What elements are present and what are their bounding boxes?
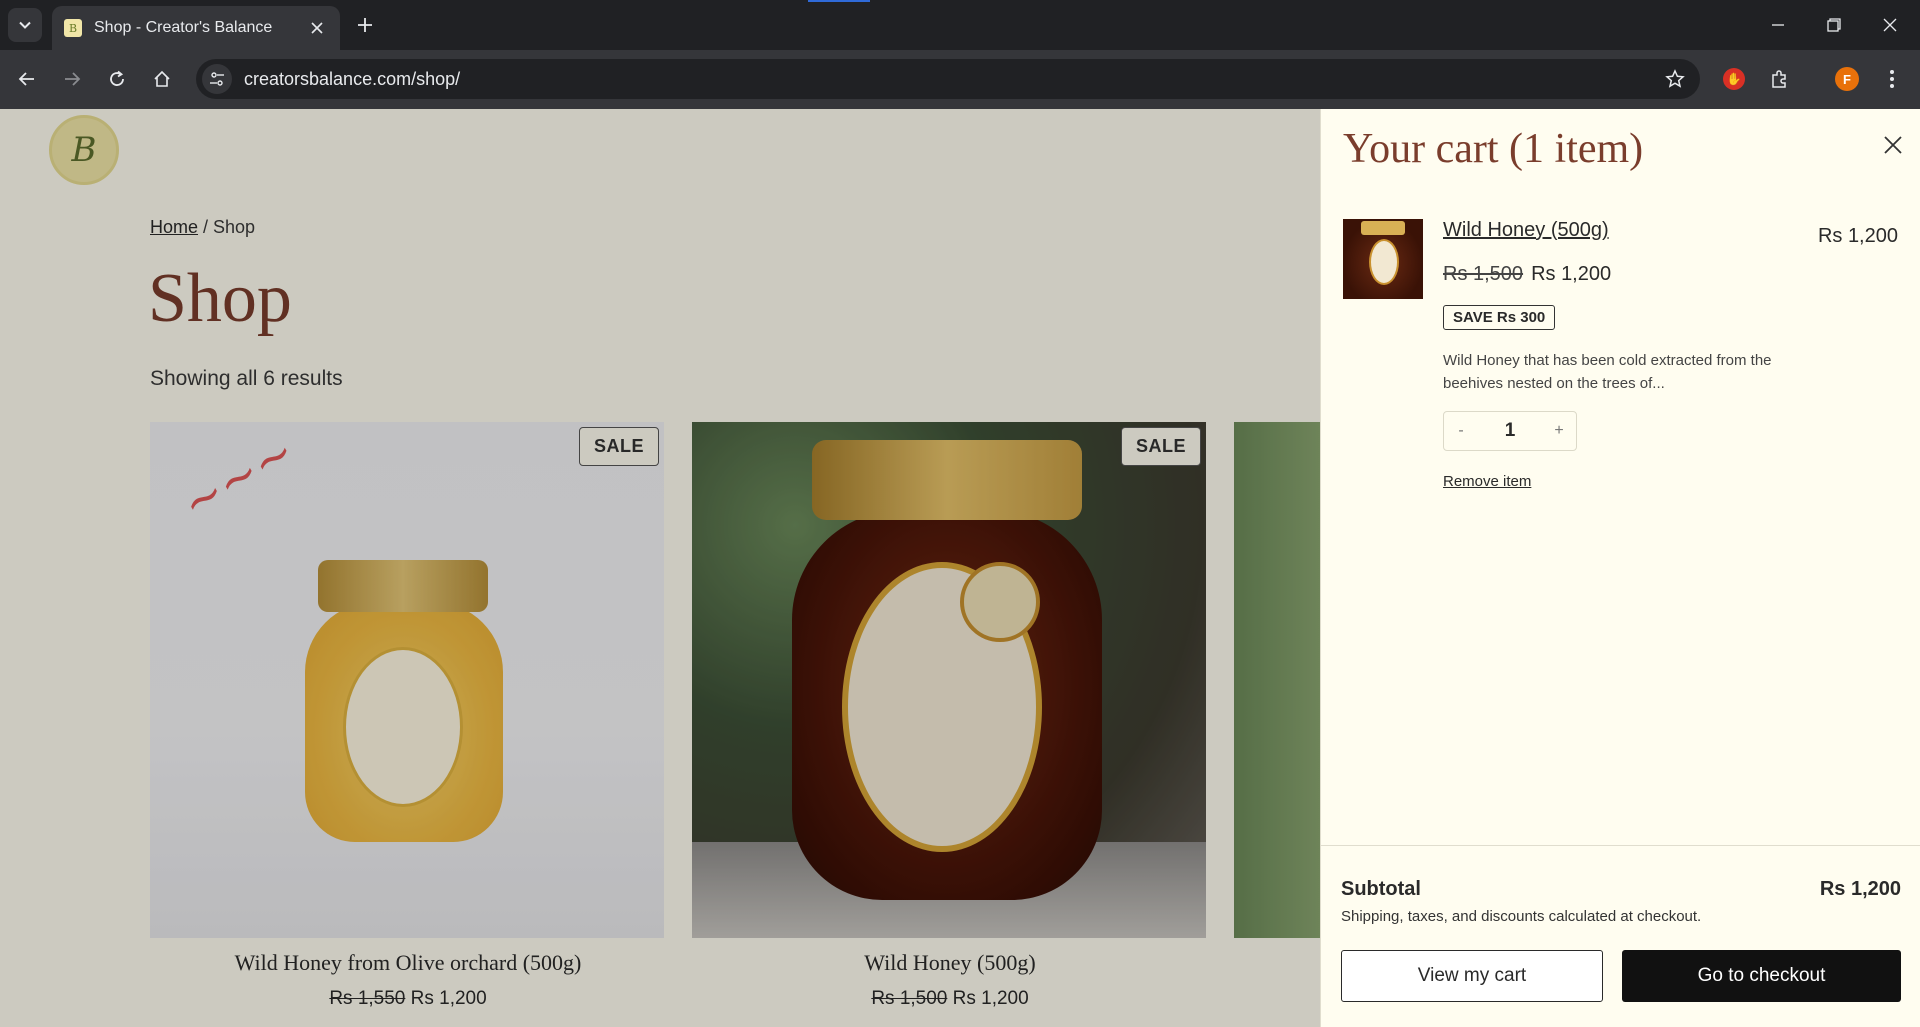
- url-text[interactable]: creatorsbalance.com/shop/: [244, 69, 1658, 90]
- browser-tab[interactable]: B Shop - Creator's Balance: [52, 6, 340, 50]
- minimize-icon: [1772, 24, 1784, 26]
- cart-item-thumbnail[interactable]: [1343, 219, 1423, 299]
- bookmark-button[interactable]: [1658, 62, 1692, 96]
- profile-button[interactable]: F: [1830, 62, 1864, 96]
- cart-item-prices: Rs 1,500 Rs 1,200: [1443, 263, 1611, 286]
- forward-button[interactable]: [55, 62, 89, 96]
- puzzle-icon: [1772, 70, 1786, 88]
- remove-item-link[interactable]: Remove item: [1443, 473, 1531, 490]
- browser-toolbar: creatorsbalance.com/shop/ ✋ F: [0, 50, 1920, 109]
- avatar: F: [1835, 67, 1859, 91]
- view-cart-button[interactable]: View my cart: [1341, 950, 1603, 1002]
- jar-label-graphic: [1369, 239, 1399, 285]
- shop-page-content: B Home / Shop Shop Showing all 6 results…: [0, 109, 1320, 1027]
- back-button[interactable]: [10, 62, 44, 96]
- quantity-decrease-button[interactable]: -: [1444, 412, 1478, 450]
- home-icon: [154, 70, 170, 87]
- cart-footer: Subtotal Rs 1,200 Shipping, taxes, and d…: [1321, 845, 1920, 1027]
- browser-tab-bar: B Shop - Creator's Balance: [0, 0, 1920, 50]
- hand-stop-icon: ✋: [1723, 68, 1745, 90]
- restore-button[interactable]: [1814, 8, 1854, 42]
- checkout-button[interactable]: Go to checkout: [1622, 950, 1901, 1002]
- tab-search-button[interactable]: [8, 8, 42, 42]
- subtotal-note: Shipping, taxes, and discounts calculate…: [1341, 908, 1702, 925]
- chevron-down-icon: [19, 21, 31, 29]
- close-icon: [311, 22, 323, 34]
- address-bar[interactable]: creatorsbalance.com/shop/: [196, 59, 1700, 99]
- cart-item-line-total: Rs 1,200: [1817, 225, 1898, 247]
- current-price: Rs 1,200: [1531, 263, 1612, 285]
- reload-button[interactable]: [100, 62, 134, 96]
- site-favicon-icon: B: [64, 19, 82, 37]
- reload-icon: [110, 70, 124, 86]
- tab-title: Shop - Creator's Balance: [94, 19, 273, 36]
- tab-close-button[interactable]: [306, 17, 328, 39]
- star-icon: [1665, 69, 1685, 88]
- loading-indicator: [808, 0, 870, 2]
- close-icon: [1884, 136, 1902, 154]
- web-page: B Home / Shop Shop Showing all 6 results…: [0, 109, 1920, 1027]
- quantity-increase-button[interactable]: +: [1542, 412, 1576, 450]
- jar-lid-graphic: [1361, 221, 1405, 235]
- more-vertical-icon: [1890, 70, 1894, 88]
- save-badge: SAVE Rs 300: [1443, 305, 1556, 330]
- quantity-input[interactable]: 1: [1478, 420, 1542, 442]
- quantity-stepper: - 1 +: [1443, 411, 1577, 451]
- drawer-backdrop[interactable]: [0, 109, 1320, 1027]
- home-button[interactable]: [145, 62, 179, 96]
- new-tab-button[interactable]: [350, 10, 380, 40]
- minimize-button[interactable]: [1758, 8, 1798, 42]
- site-info-button[interactable]: [202, 64, 232, 94]
- cart-drawer: Your cart (1 item) Wild Honey (500g) Rs …: [1320, 109, 1920, 1027]
- cart-close-button[interactable]: [1877, 129, 1909, 161]
- adblock-extension-button[interactable]: ✋: [1717, 62, 1751, 96]
- close-icon: [1883, 18, 1897, 32]
- tune-icon: [210, 72, 224, 86]
- browser-menu-button[interactable]: [1875, 62, 1909, 96]
- close-window-button[interactable]: [1870, 8, 1910, 42]
- cart-item-description: Wild Honey that has been cold extracted …: [1443, 352, 1772, 392]
- cart-title: Your cart (1 item): [1343, 126, 1644, 172]
- old-price: Rs 1,500: [1443, 263, 1524, 285]
- subtotal-value: Rs 1,200: [1819, 878, 1901, 900]
- subtotal-label: Subtotal: [1341, 878, 1421, 900]
- cart-item-name[interactable]: Wild Honey (500g): [1443, 219, 1609, 242]
- restore-icon: [1827, 18, 1841, 32]
- plus-icon: [358, 18, 372, 32]
- extensions-button[interactable]: [1762, 62, 1796, 96]
- arrow-left-icon: [18, 72, 34, 86]
- arrow-right-icon: [65, 72, 81, 86]
